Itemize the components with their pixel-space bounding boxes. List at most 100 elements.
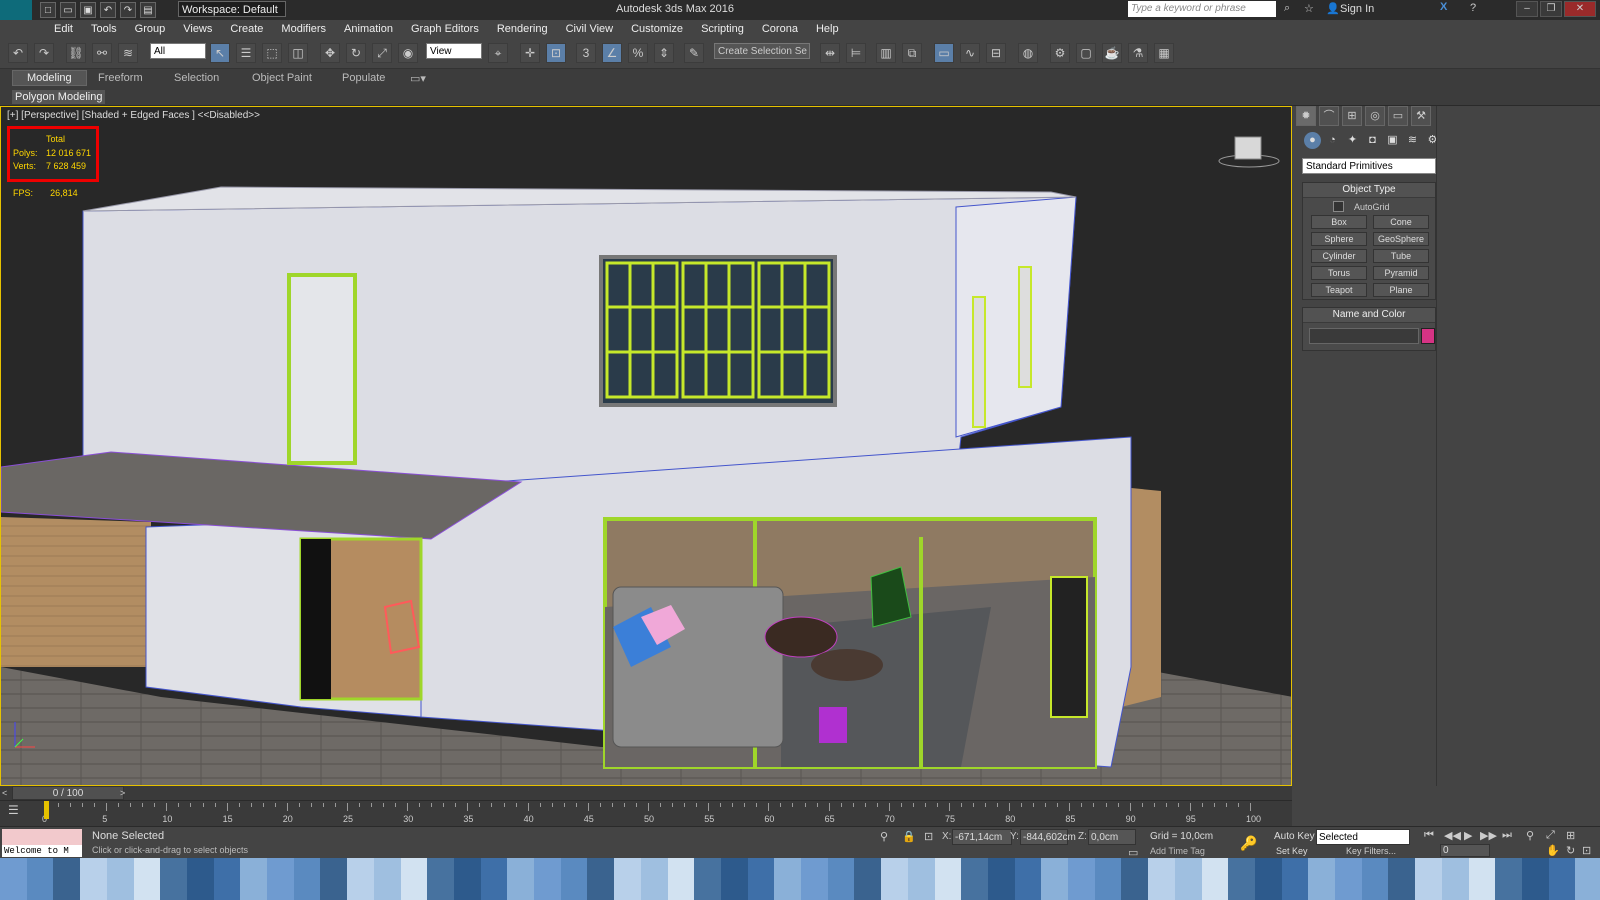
time-prev-icon[interactable]: < xyxy=(2,788,7,798)
create-tab-icon[interactable]: ✹ xyxy=(1296,106,1316,126)
angle-snap-icon[interactable]: ∠ xyxy=(602,43,622,63)
pan-icon[interactable]: ✋ xyxy=(1546,844,1560,857)
utilities-tab-icon[interactable]: ⚒ xyxy=(1411,106,1431,126)
lights-icon[interactable]: ✦ xyxy=(1344,132,1361,149)
cylinder-button[interactable]: Cylinder xyxy=(1311,249,1367,263)
render-production-icon[interactable]: ☕ xyxy=(1102,43,1122,63)
goto-end-icon[interactable]: ⏭ xyxy=(1502,829,1512,842)
plane-button[interactable]: Plane xyxy=(1373,283,1429,297)
unlink-icon[interactable]: ⚯ xyxy=(92,43,112,63)
move-icon[interactable]: ✥ xyxy=(320,43,340,63)
exchange-icon[interactable]: X xyxy=(1440,1,1447,13)
menu-rendering[interactable]: Rendering xyxy=(488,23,557,35)
next-frame-icon[interactable]: ▶▶ xyxy=(1480,829,1497,842)
perspective-viewport[interactable]: [+] [Perspective] [Shaded + Edged Faces … xyxy=(0,106,1292,786)
menu-tools[interactable]: Tools xyxy=(82,23,126,35)
menu-corona[interactable]: Corona xyxy=(753,23,807,35)
play-icon[interactable]: ▶ xyxy=(1464,829,1472,842)
layer-manager-icon[interactable]: ⧉ xyxy=(902,43,922,63)
absolute-mode-icon[interactable]: ⊡ xyxy=(924,830,933,843)
maxscript-listener-mini[interactable] xyxy=(2,829,82,845)
keyboard-shortcut-override-icon[interactable]: ⊡ xyxy=(546,43,566,63)
tab-selection[interactable]: Selection xyxy=(174,72,219,84)
select-by-name-icon[interactable]: ☰ xyxy=(236,43,256,63)
maxscript-input[interactable]: Welcome to M xyxy=(2,845,82,857)
pyramid-button[interactable]: Pyramid xyxy=(1373,266,1429,280)
tab-populate[interactable]: Populate xyxy=(342,72,385,84)
menu-modifiers[interactable]: Modifiers xyxy=(272,23,335,35)
selection-lock-icon[interactable]: 🔒 xyxy=(902,830,916,843)
binoculars-icon[interactable]: ⌕ xyxy=(1284,2,1290,15)
key-filters-button[interactable]: Key Filters... xyxy=(1346,846,1396,856)
star-icon[interactable]: ☆ xyxy=(1304,2,1314,15)
auto-key-button[interactable]: Auto Key xyxy=(1274,831,1315,842)
menu-customize[interactable]: Customize xyxy=(622,23,692,35)
material-editor-icon[interactable]: ◍ xyxy=(1018,43,1038,63)
zoom-extents-icon[interactable]: ⤢ xyxy=(1546,829,1555,842)
track-bar[interactable]: ☰ 0 5 10 15 20 25 30 35 40 45 50 55 60 65 70 75 80 85 90 95… xyxy=(0,800,1292,827)
key-mode-dropdown[interactable]: Selected xyxy=(1316,829,1410,845)
current-frame-field[interactable]: 0 xyxy=(1440,844,1490,857)
named-selection-sets-dropdown[interactable]: Create Selection Se xyxy=(714,43,810,59)
undo-icon[interactable]: ↶ xyxy=(100,2,116,18)
menu-group[interactable]: Group xyxy=(126,23,175,35)
key-icon[interactable]: 🔑 xyxy=(1240,835,1257,852)
render-iterative-icon[interactable]: ⚗ xyxy=(1128,43,1148,63)
reference-coordinate-dropdown[interactable]: View xyxy=(426,43,482,59)
transform-gizmo-icon[interactable]: ✛ xyxy=(520,43,540,63)
time-slider-thumb[interactable]: 0 / 100 xyxy=(12,786,124,800)
cone-button[interactable]: Cone xyxy=(1373,215,1429,229)
object-color-swatch[interactable] xyxy=(1421,328,1435,344)
pivot-center-icon[interactable]: ⌖ xyxy=(488,43,508,63)
modify-tab-icon[interactable]: ⌒ xyxy=(1319,106,1339,126)
curve-editor-icon[interactable]: ∿ xyxy=(960,43,980,63)
link-icon[interactable]: ⛓ xyxy=(66,43,86,63)
save-file-icon[interactable]: ▣ xyxy=(80,2,96,18)
search-input[interactable]: Type a keyword or phrase xyxy=(1128,1,1276,17)
torus-button[interactable]: Torus xyxy=(1311,266,1367,280)
display-tab-icon[interactable]: ▭ xyxy=(1388,106,1408,126)
cameras-icon[interactable]: ◘ xyxy=(1364,132,1381,149)
percent-snap-icon[interactable]: % xyxy=(628,43,648,63)
place-icon[interactable]: ◉ xyxy=(398,43,418,63)
close-button[interactable]: ✕ xyxy=(1564,1,1596,17)
motion-tab-icon[interactable]: ◎ xyxy=(1365,106,1385,126)
menu-views[interactable]: Views xyxy=(174,23,221,35)
bind-spacewarp-icon[interactable]: ≋ xyxy=(118,43,138,63)
sphere-button[interactable]: Sphere xyxy=(1311,232,1367,246)
redo-icon[interactable]: ↷ xyxy=(120,2,136,18)
time-slider[interactable]: < 0 / 100 > xyxy=(0,786,1292,800)
maximize-button[interactable]: ❐ xyxy=(1540,1,1562,17)
render-activeshade-icon[interactable]: ▦ xyxy=(1154,43,1174,63)
maximize-viewport-icon[interactable]: ⊡ xyxy=(1582,844,1591,857)
window-crossing-icon[interactable]: ◫ xyxy=(288,43,308,63)
help-icon[interactable]: ? xyxy=(1470,2,1476,14)
workspace-dropdown[interactable]: Workspace: Default xyxy=(178,1,286,17)
helpers-icon[interactable]: ▣ xyxy=(1384,132,1401,149)
project-folder-icon[interactable]: ▤ xyxy=(140,2,156,18)
redo-icon[interactable]: ↷ xyxy=(34,43,54,63)
zoom-icon[interactable]: ⚲ xyxy=(1526,829,1534,842)
menu-animation[interactable]: Animation xyxy=(335,23,402,35)
tab-object-paint[interactable]: Object Paint xyxy=(252,72,312,84)
edit-named-selection-icon[interactable]: ✎ xyxy=(684,43,704,63)
schematic-view-icon[interactable]: ⊟ xyxy=(986,43,1006,63)
rotate-icon[interactable]: ↻ xyxy=(346,43,366,63)
z-coordinate-field[interactable]: 0,0cm xyxy=(1088,829,1136,845)
name-color-header[interactable]: Name and Color xyxy=(1303,308,1435,323)
scale-icon[interactable]: ⤢ xyxy=(372,43,392,63)
menu-edit[interactable]: Edit xyxy=(45,23,82,35)
object-name-field[interactable] xyxy=(1309,328,1419,344)
primitive-category-dropdown[interactable]: Standard Primitives xyxy=(1302,158,1436,174)
shapes-icon[interactable]: ◔ xyxy=(1324,132,1341,149)
menu-graph-editors[interactable]: Graph Editors xyxy=(402,23,488,35)
x-coordinate-field[interactable]: -671,14cm xyxy=(952,829,1012,845)
isolate-selection-icon[interactable]: ⚲ xyxy=(880,830,888,843)
ribbon-options-icon[interactable]: ▭▾ xyxy=(410,72,426,85)
minimize-button[interactable]: – xyxy=(1516,1,1538,17)
open-file-icon[interactable]: ▭ xyxy=(60,2,76,18)
ribbon-toggle-icon[interactable]: ▭ xyxy=(934,43,954,63)
set-key-button[interactable]: Set Key xyxy=(1276,846,1308,856)
viewport-label[interactable]: [+] [Perspective] [Shaded + Edged Faces … xyxy=(7,110,260,121)
geosphere-button[interactable]: GeoSphere xyxy=(1373,232,1429,246)
